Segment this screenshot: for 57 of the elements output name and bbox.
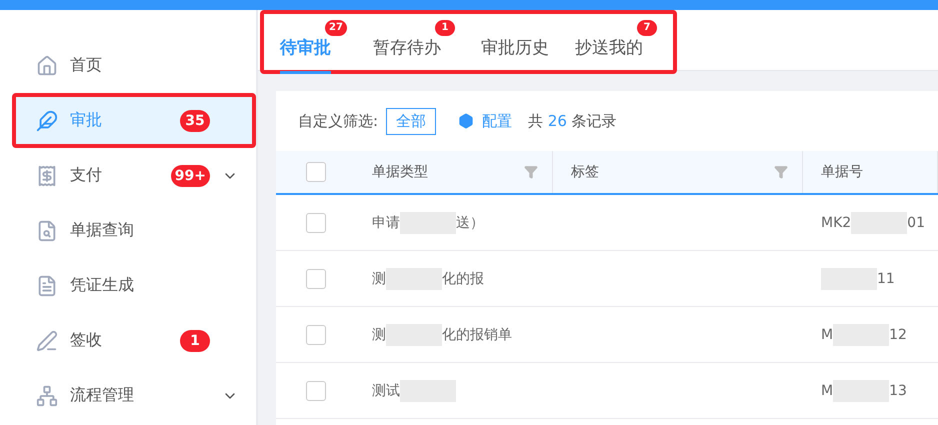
- home-icon: [36, 54, 58, 76]
- checkbox[interactable]: [306, 380, 326, 400]
- sidebar-label: 流程管理: [70, 385, 134, 406]
- file-search-icon: [36, 220, 58, 242]
- cell-text: 测: [372, 326, 386, 344]
- cell-text: 测试: [372, 382, 400, 400]
- tab[interactable]: 暂存待办 1: [368, 14, 459, 70]
- sidebar-label: 签收: [70, 330, 102, 351]
- cell-text: MK2: [821, 214, 852, 230]
- checkbox[interactable]: [306, 212, 326, 232]
- cell-text: 化的报销单: [442, 326, 512, 344]
- sidebar-item[interactable]: 支付 99+: [0, 148, 256, 203]
- filter-label: 自定义筛选:: [298, 112, 378, 130]
- count-badge: 7: [636, 20, 657, 36]
- cell-text: 测: [372, 270, 386, 288]
- record-count: 共 26 条记录: [528, 112, 617, 130]
- tab[interactable]: 审批历史: [476, 14, 553, 70]
- cell-text: 申请: [372, 214, 400, 232]
- sidebar-item[interactable]: 审批 35: [12, 93, 256, 148]
- count-badge: 35: [180, 110, 210, 132]
- checkbox[interactable]: [306, 162, 326, 182]
- sidebar-item[interactable]: 凭证生成: [0, 258, 256, 313]
- column-title: 标签: [571, 163, 599, 181]
- hexagon-icon: [458, 113, 474, 129]
- checkbox[interactable]: [306, 268, 326, 288]
- cell-text: 12: [889, 326, 907, 342]
- column-title: 单据号: [821, 163, 863, 181]
- document-icon: [36, 274, 58, 296]
- cell-text: 化的报: [442, 270, 484, 288]
- sidebar-item[interactable]: 单据查询: [0, 203, 256, 258]
- count-badge: 27: [325, 20, 347, 36]
- tab[interactable]: 抄送我的 7: [570, 14, 661, 70]
- cell-text: 11: [877, 270, 895, 286]
- sidebar-item[interactable]: 签收 1: [0, 313, 256, 368]
- pencil-icon: [36, 330, 58, 352]
- sidebar-label: 单据查询: [70, 220, 134, 241]
- count-badge: 99+: [170, 164, 210, 186]
- sidebar-label: 审批: [70, 110, 102, 131]
- feather-icon: [36, 110, 58, 132]
- filter-icon[interactable]: [774, 165, 788, 179]
- count-badge: 1: [434, 20, 455, 36]
- sidebar-label: 首页: [70, 55, 102, 76]
- cell-text: M: [821, 326, 834, 342]
- sidebar-item[interactable]: 首页: [0, 38, 256, 93]
- receipt-icon: [36, 164, 58, 186]
- sidebar-label: 支付: [70, 165, 102, 186]
- cell-text: 13: [889, 382, 907, 398]
- column-title: 单据类型: [372, 163, 428, 181]
- filter-icon[interactable]: [524, 165, 538, 179]
- sidebar-item[interactable]: 流程管理: [0, 368, 256, 423]
- checkbox[interactable]: [306, 324, 326, 344]
- cell-text: 送）: [456, 214, 484, 232]
- hierarchy-icon: [36, 384, 58, 406]
- cell-text: M: [821, 382, 834, 398]
- count-badge: 1: [180, 330, 210, 352]
- sidebar-label: 凭证生成: [70, 275, 134, 296]
- cell-text: 01: [907, 214, 925, 230]
